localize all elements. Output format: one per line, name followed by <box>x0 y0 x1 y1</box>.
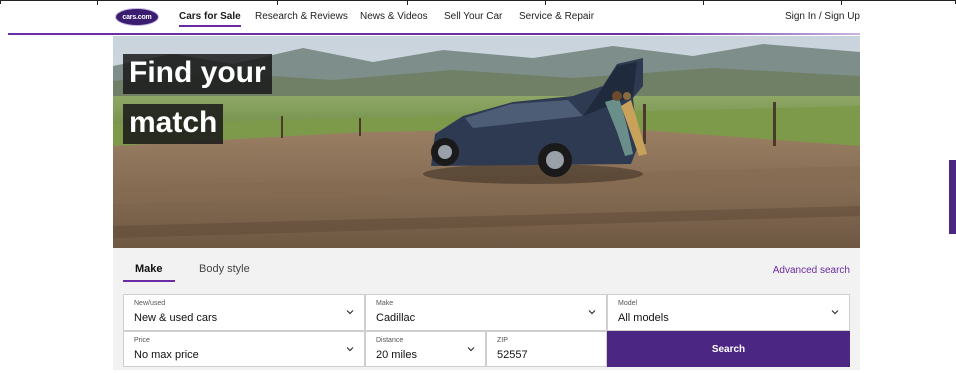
cars-com-logo[interactable]: cars.com <box>115 8 159 26</box>
chevron-down-icon <box>346 347 354 352</box>
top-navigation: cars.com Cars for Sale Research & Review… <box>0 4 956 32</box>
nav-sell-your-car[interactable]: Sell Your Car <box>444 11 502 22</box>
zip-field[interactable]: ZIP 52557 <box>486 331 607 367</box>
nav-cars-for-sale[interactable]: Cars for Sale <box>179 11 241 27</box>
new-used-label: New/used <box>134 300 166 307</box>
model-label: Model <box>618 300 638 307</box>
make-value: Cadillac <box>376 312 416 324</box>
zip-label: ZIP <box>497 337 508 344</box>
chevron-down-icon <box>831 310 839 315</box>
price-value: No max price <box>134 349 199 361</box>
tab-body-style[interactable]: Body style <box>199 263 250 275</box>
chevron-down-icon <box>346 310 354 315</box>
new-used-select[interactable]: New/used New & used cars <box>123 294 365 331</box>
nav-research-reviews[interactable]: Research & Reviews <box>255 11 348 22</box>
feedback-side-tab[interactable] <box>949 160 956 234</box>
nav-service-repair[interactable]: Service & Repair <box>519 11 594 22</box>
price-select[interactable]: Price No max price <box>123 331 365 367</box>
make-select[interactable]: Make Cadillac <box>365 294 607 331</box>
tab-make[interactable]: Make <box>123 263 174 282</box>
distance-value: 20 miles <box>376 349 417 361</box>
model-value: All models <box>618 312 669 324</box>
chevron-down-icon <box>467 347 475 352</box>
search-panel: Make Body style Advanced search New/used… <box>113 248 860 370</box>
advanced-search-link[interactable]: Advanced search <box>773 265 850 276</box>
distance-label: Distance <box>376 337 404 344</box>
sign-in-link[interactable]: Sign In / Sign Up <box>785 11 860 22</box>
search-button[interactable]: Search <box>607 331 850 367</box>
distance-select[interactable]: Distance 20 miles <box>365 331 486 367</box>
make-label: Make <box>376 300 394 307</box>
logo-text: cars.com <box>122 13 152 21</box>
zip-value: 52557 <box>497 349 528 361</box>
hero-title-line-2: match <box>123 104 224 144</box>
hero-banner: Find your match <box>113 36 860 248</box>
new-used-value: New & used cars <box>134 312 218 324</box>
price-label: Price <box>134 337 150 344</box>
model-select[interactable]: Model All models <box>607 294 850 331</box>
nav-divider <box>8 33 860 35</box>
chevron-down-icon <box>588 310 596 315</box>
hero-title-line-1: Find your <box>123 54 272 94</box>
nav-news-videos[interactable]: News & Videos <box>360 11 428 22</box>
